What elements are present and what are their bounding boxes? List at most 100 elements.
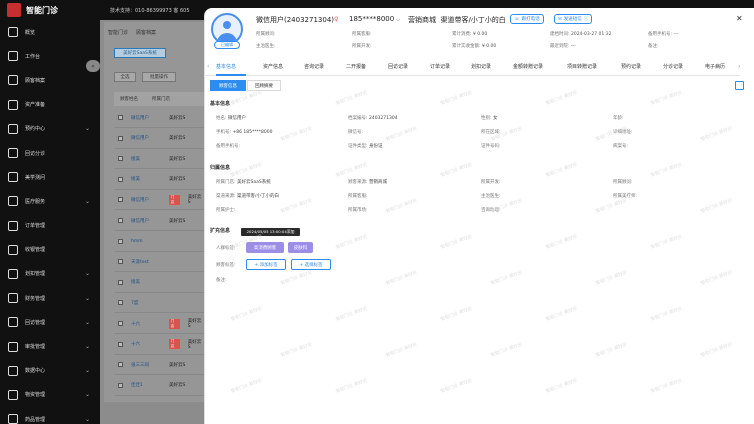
- row-checkbox[interactable]: [118, 321, 123, 326]
- eye-icon[interactable]: ◡: [396, 16, 400, 22]
- row-checkbox[interactable]: [118, 176, 123, 182]
- row-name[interactable]: 接美: [131, 156, 161, 162]
- bg-tab[interactable]: 顾客档案: [136, 29, 156, 36]
- subtab-summary[interactable]: 回顾摘要: [247, 80, 281, 91]
- collapse-sidebar-icon[interactable]: «: [86, 60, 100, 72]
- table-row[interactable]: 7度: [114, 293, 204, 314]
- select-tag-button[interactable]: + 选择标签: [291, 259, 331, 270]
- sidebar-item[interactable]: 物资管理 ⌄: [0, 383, 100, 407]
- tab-right-arrow-icon[interactable]: ›: [738, 63, 740, 70]
- sidebar-item[interactable]: 回访分诊: [0, 141, 100, 165]
- tab[interactable]: 资产信息: [263, 63, 283, 70]
- row-checkbox[interactable]: [118, 382, 123, 388]
- tab[interactable]: 基本信息: [216, 63, 236, 70]
- row-checkbox[interactable]: [118, 197, 123, 203]
- row-name[interactable]: 十六: [131, 341, 161, 347]
- tab[interactable]: 分诊记录: [663, 63, 683, 70]
- sidebar-item[interactable]: 药品管理 ⌄: [0, 407, 100, 424]
- row-name[interactable]: 微信用户: [131, 135, 161, 141]
- add-tag-button[interactable]: + 添加标签: [246, 259, 286, 270]
- sidebar-item[interactable]: 预约中心 ⌄: [0, 117, 100, 141]
- sidebar-item[interactable]: 顾客档案: [0, 68, 100, 92]
- row-name[interactable]: 微信用户: [131, 197, 161, 203]
- table-row[interactable]: 微信用户 美好云S: [114, 211, 204, 231]
- table-row[interactable]: 接美: [114, 273, 204, 293]
- edit-icon[interactable]: [735, 81, 744, 90]
- edit-button[interactable]: 已编辑: [214, 41, 240, 49]
- sidebar-item[interactable]: 划扣管理 ⌄: [0, 262, 100, 286]
- row-checkbox[interactable]: [118, 279, 123, 285]
- row-checkbox[interactable]: [118, 218, 123, 223]
- send-sms-button[interactable]: ✉ 发送短信 ⓘ: [554, 14, 593, 24]
- table-row[interactable]: 佳佳1 美好云S: [114, 376, 204, 396]
- row-checkbox[interactable]: [118, 156, 123, 162]
- crowd-tag[interactable]: 皮肤科: [288, 242, 313, 253]
- info-icon: ⓘ: [583, 17, 589, 22]
- sidebar-item[interactable]: 医疗服务 ⌄: [0, 189, 100, 213]
- row-name[interactable]: 天涯test: [131, 259, 161, 265]
- table-row[interactable]: hmm: [114, 232, 204, 252]
- sidebar-item[interactable]: 概览: [0, 20, 100, 44]
- sidebar-item[interactable]: 回访管理 ⌄: [0, 310, 100, 334]
- table-row[interactable]: 接美 美好云S: [114, 149, 204, 170]
- bg-tab[interactable]: 智能门诊: [108, 29, 128, 36]
- close-icon[interactable]: ✕: [736, 14, 743, 23]
- tab[interactable]: 电子病历: [705, 63, 725, 70]
- row-name[interactable]: 张三三同: [131, 362, 161, 368]
- customer-name: 微信用户(2403271304): [256, 16, 334, 24]
- sidebar-item[interactable]: 审批管理 ⌄: [0, 334, 100, 358]
- row-name[interactable]: 7度: [131, 300, 161, 306]
- row-checkbox[interactable]: [118, 362, 123, 368]
- table-row[interactable]: 微信用户 门店 美好云S: [114, 190, 204, 211]
- followup-button[interactable]: ☏ 跟打电话: [510, 14, 544, 24]
- tab[interactable]: 订单记录: [430, 63, 450, 70]
- sidebar-item[interactable]: 数据中心 ⌄: [0, 359, 100, 383]
- table-row[interactable]: 十六 门店 美好云S: [114, 314, 204, 334]
- select-all-button[interactable]: 全选: [114, 72, 136, 82]
- sidebar-item[interactable]: 收银管理: [0, 238, 100, 262]
- row-name[interactable]: hmm: [131, 239, 161, 244]
- menu-icon: [8, 75, 18, 86]
- row-checkbox[interactable]: [118, 115, 123, 120]
- table-row[interactable]: 微信用户 美好云S: [114, 129, 204, 149]
- tab[interactable]: 回访记录: [388, 63, 408, 70]
- row-checkbox[interactable]: [118, 259, 123, 265]
- row-name[interactable]: 接美: [131, 176, 161, 182]
- chevron-down-icon: ⌄: [84, 125, 90, 133]
- tab[interactable]: 划扣记录: [471, 63, 491, 70]
- row-name[interactable]: 微信用户: [131, 218, 161, 224]
- table-row[interactable]: 张三三同 美好云S: [114, 355, 204, 376]
- table-row[interactable]: 接美 美好云S: [114, 170, 204, 190]
- filter-tag[interactable]: 美好云SaaS系统: [114, 48, 166, 58]
- row-name[interactable]: 接美: [131, 279, 161, 285]
- tab[interactable]: 二开报备: [346, 63, 366, 70]
- table-row[interactable]: 十六 门店 美好云S: [114, 335, 204, 355]
- sidebar-item[interactable]: 财务管理 ⌄: [0, 286, 100, 310]
- customer-source: 营销商城 渠道带客/小丁小的白: [408, 16, 506, 24]
- row-checkbox[interactable]: [118, 341, 123, 347]
- tab[interactable]: 咨询记录: [304, 63, 324, 70]
- table-row[interactable]: 微信用户 美好云S: [114, 108, 204, 128]
- row-name[interactable]: 微信用户: [131, 115, 161, 121]
- tab[interactable]: 项目转赠记录: [567, 63, 597, 70]
- crowd-tag[interactable]: 高消费顾客: [246, 242, 284, 253]
- tab[interactable]: 预约记录: [621, 63, 641, 70]
- table-row[interactable]: 天涯test: [114, 252, 204, 273]
- sidebar-item[interactable]: 工作台: [0, 44, 100, 68]
- sidebar-item[interactable]: 订单管理: [0, 214, 100, 238]
- tag-tooltip: 2024/05/05 13:00:04添加: [241, 228, 300, 236]
- row-checkbox[interactable]: [118, 238, 123, 244]
- info-field: 所属开发:: [352, 44, 372, 49]
- row-name[interactable]: 十六: [131, 321, 161, 327]
- subtab-customer-info[interactable]: 顾客信息: [210, 80, 246, 91]
- sidebar-item-label: 回访分诊: [25, 150, 46, 157]
- tab-left-arrow-icon[interactable]: ‹: [207, 63, 209, 70]
- gender-icon: ♀: [334, 16, 339, 23]
- row-checkbox[interactable]: [118, 300, 123, 306]
- row-checkbox[interactable]: [118, 135, 123, 141]
- row-name[interactable]: 佳佳1: [131, 382, 161, 388]
- batch-button[interactable]: 批量操作: [142, 72, 176, 82]
- tab[interactable]: 金额转赠记录: [513, 63, 543, 70]
- sidebar-item[interactable]: 资产准备: [0, 93, 100, 117]
- sidebar-item[interactable]: 美学测问: [0, 165, 100, 189]
